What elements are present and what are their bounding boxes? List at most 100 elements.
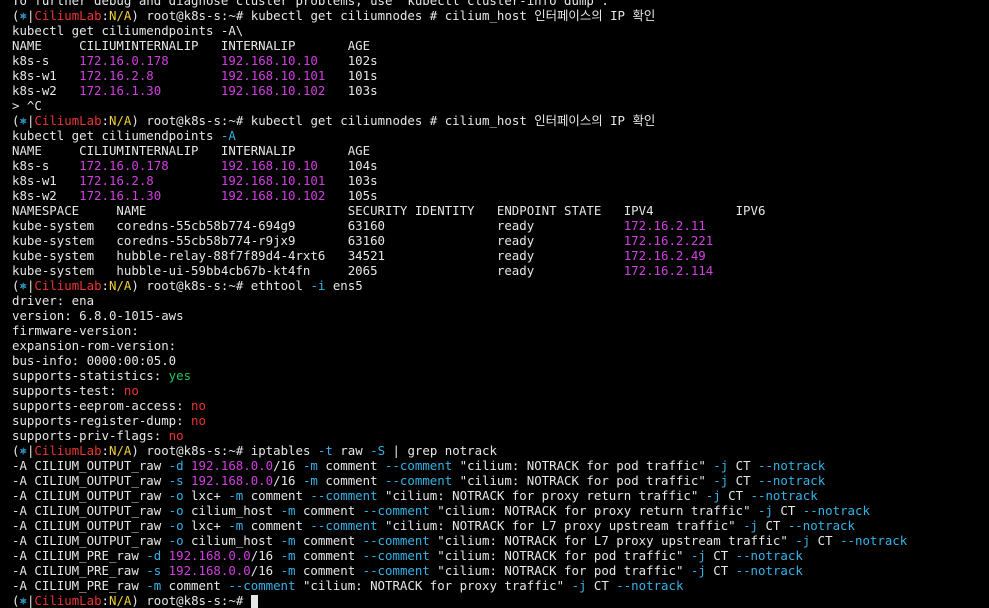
terminal-text: --notrack — [735, 563, 803, 578]
terminal-text: --comment — [310, 488, 378, 503]
terminal-text: supports-priv-flags: — [12, 428, 169, 443]
terminal-text: -j — [571, 578, 587, 593]
terminal-text: 192.168.10.101 — [220, 173, 326, 188]
terminal-line: k8s-w1 172.16.2.8 192.168.10.101 103s — [12, 173, 989, 188]
terminal-text: comment — [295, 533, 363, 548]
terminal-text: 101s — [325, 68, 378, 83]
terminal-text: k8s-w1 — [12, 173, 80, 188]
terminal-text: supports-statistics: — [12, 368, 169, 383]
terminal-text: -m — [280, 563, 296, 578]
terminal-text: --comment — [385, 473, 453, 488]
terminal-text: | grep notrack — [385, 443, 497, 458]
terminal-text: ) root@k8s-s:~# kubectl get ciliumnodes … — [131, 113, 656, 128]
terminal-text: CT — [728, 458, 759, 473]
text-cursor[interactable] — [250, 595, 258, 608]
terminal-text: supports-register-dump: — [12, 413, 192, 428]
terminal-text: -j — [713, 473, 729, 488]
terminal-text: "cilium: NOTRACK for pod traffic" — [452, 458, 714, 473]
terminal-text: lxc+ — [183, 518, 229, 533]
terminal-text: N/A — [109, 593, 132, 608]
terminal-text: --notrack — [758, 458, 826, 473]
terminal-text: kubectl get ciliumendpoints — [12, 128, 221, 143]
kube-icon: ⎈ — [19, 278, 27, 293]
terminal-line: -A CILIUM_OUTPUT_raw -d 192.168.0.0/16 -… — [12, 458, 989, 473]
terminal-text: --notrack — [758, 473, 826, 488]
terminal-line: > ^C — [12, 98, 989, 113]
terminal-text: CT — [728, 473, 759, 488]
terminal-line: k8s-w2 172.16.1.30 192.168.10.102 103s — [12, 83, 989, 98]
kube-icon: ⎈ — [19, 593, 27, 608]
terminal-text: 172.16.0.178 — [79, 158, 169, 173]
terminal-line: firmware-version: — [12, 323, 989, 338]
terminal-text: CT — [586, 578, 617, 593]
terminal-text: > ^C — [12, 98, 42, 113]
terminal-text: bus-info: 0000:00:05.0 — [12, 353, 177, 368]
terminal-text: no — [168, 428, 184, 443]
terminal-text: --notrack — [840, 533, 908, 548]
terminal-text: --notrack — [616, 578, 684, 593]
terminal-text: 172.16.2.11 — [623, 218, 706, 233]
terminal-line: supports-test: no — [12, 383, 989, 398]
terminal-text: CiliumLab — [34, 278, 102, 293]
terminal-text: -j — [743, 518, 758, 533]
terminal-text: --comment — [362, 563, 430, 578]
terminal-text: comment — [295, 563, 363, 578]
terminal-text: N/A — [109, 8, 132, 23]
terminal-line: (⎈|CiliumLab:N/A) root@k8s-s:~# kubectl … — [12, 8, 989, 23]
terminal-text: --notrack — [802, 503, 870, 518]
terminal-line: -A CILIUM_OUTPUT_raw -o lxc+ -m comment … — [12, 518, 989, 533]
terminal-text: 103s — [325, 83, 378, 98]
terminal-line: kubectl get ciliumendpoints -A\ — [12, 23, 989, 38]
terminal-text: 192.168.10.102 — [220, 188, 326, 203]
terminal-text: ens5 — [325, 278, 363, 293]
terminal-text: lxc+ — [183, 488, 229, 503]
terminal-text: 172.16.0.178 — [79, 53, 169, 68]
terminal-text: "cilium: NOTRACK for L7 proxy upstream t… — [429, 533, 796, 548]
terminal-text: /16 — [273, 458, 303, 473]
terminal-text: 192.168.0.0 — [168, 548, 251, 563]
terminal-text: comment — [161, 578, 229, 593]
terminal-text: -S — [370, 443, 386, 458]
terminal-text: "cilium: NOTRACK for proxy traffic" — [295, 578, 572, 593]
terminal-text: NAME CILIUMINTERNALIP INTERNALIP AGE — [12, 38, 371, 53]
terminal-line: -A CILIUM_PRE_raw -s 192.168.0.0/16 -m c… — [12, 563, 989, 578]
terminal-text: -j — [713, 458, 729, 473]
terminal-text: -o — [168, 533, 184, 548]
terminal-text: CiliumLab — [34, 113, 102, 128]
terminal-text: CT — [810, 533, 841, 548]
terminal-text: --comment — [362, 503, 430, 518]
terminal-output[interactable]: To further debug and diagnose cluster pr… — [12, 0, 989, 608]
terminal-text: --comment — [228, 578, 296, 593]
terminal-text: 172.16.1.30 — [79, 188, 162, 203]
terminal-text: CT — [705, 563, 736, 578]
terminal-line: (⎈|CiliumLab:N/A) root@k8s-s:~# — [12, 593, 989, 608]
terminal-text: : — [101, 113, 110, 128]
terminal-text: 192.168.0.0 — [168, 563, 251, 578]
terminal-text: cilium_host — [183, 503, 281, 518]
terminal-text: /16 — [273, 473, 303, 488]
kube-icon: ⎈ — [19, 443, 27, 458]
terminal-line: kube-system coredns-55cb58b774-r9jx9 631… — [12, 233, 989, 248]
terminal-text: CT — [772, 503, 803, 518]
terminal-text: "cilium: NOTRACK for pod traffic" — [429, 563, 691, 578]
terminal-text: 192.168.10.10 — [220, 53, 318, 68]
terminal-line: k8s-s 172.16.0.178 192.168.10.10 104s — [12, 158, 989, 173]
terminal-text: -A CILIUM_OUTPUT_raw — [12, 488, 169, 503]
terminal-text: -m — [228, 518, 244, 533]
terminal-line: -A CILIUM_OUTPUT_raw -o cilium_host -m c… — [12, 533, 989, 548]
terminal-text: -j — [758, 503, 773, 518]
terminal-text: -m — [280, 533, 296, 548]
terminal-text: -A CILIUM_PRE_raw — [12, 578, 147, 593]
terminal-text: no — [123, 383, 139, 398]
terminal-line: (⎈|CiliumLab:N/A) root@k8s-s:~# kubectl … — [12, 113, 989, 128]
terminal-text: : — [101, 8, 110, 23]
terminal-line: NAME CILIUMINTERNALIP INTERNALIP AGE — [12, 143, 989, 158]
terminal-text: --comment — [362, 533, 430, 548]
terminal-text: 172.16.2.8 — [79, 173, 154, 188]
terminal-text: N/A — [109, 443, 132, 458]
terminal-line: k8s-w2 172.16.1.30 192.168.10.102 105s — [12, 188, 989, 203]
